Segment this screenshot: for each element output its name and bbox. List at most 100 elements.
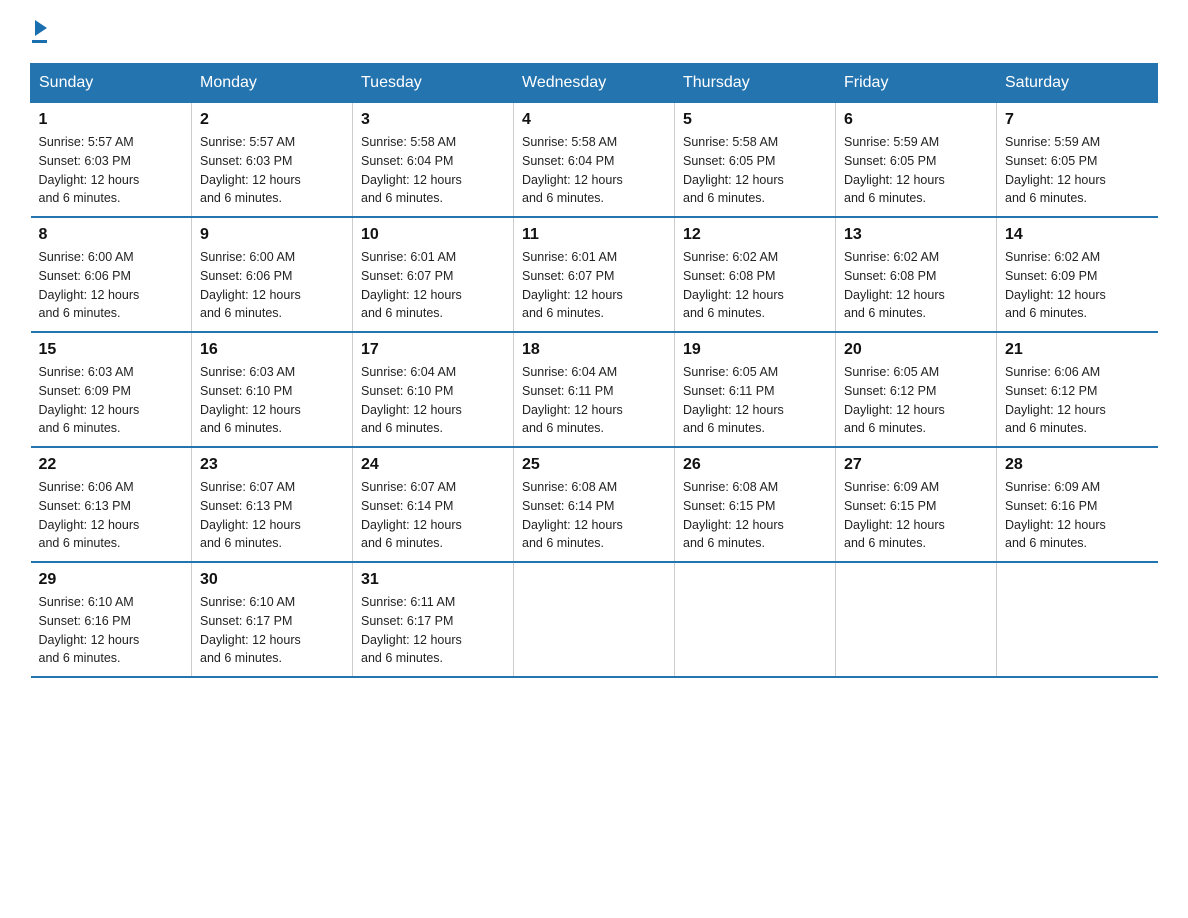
calendar-cell: 3 Sunrise: 5:58 AMSunset: 6:04 PMDayligh…	[353, 103, 514, 218]
day-info: Sunrise: 5:58 AMSunset: 6:04 PMDaylight:…	[522, 133, 666, 208]
calendar-cell: 25 Sunrise: 6:08 AMSunset: 6:14 PMDaylig…	[514, 447, 675, 562]
calendar-cell: 29 Sunrise: 6:10 AMSunset: 6:16 PMDaylig…	[31, 562, 192, 677]
day-number: 1	[39, 111, 184, 129]
header-friday: Friday	[836, 64, 997, 103]
day-number: 3	[361, 111, 505, 129]
day-info: Sunrise: 6:01 AMSunset: 6:07 PMDaylight:…	[522, 248, 666, 323]
calendar-cell: 11 Sunrise: 6:01 AMSunset: 6:07 PMDaylig…	[514, 217, 675, 332]
day-number: 4	[522, 111, 666, 129]
day-info: Sunrise: 6:00 AMSunset: 6:06 PMDaylight:…	[39, 248, 184, 323]
day-number: 16	[200, 341, 344, 359]
day-info: Sunrise: 6:00 AMSunset: 6:06 PMDaylight:…	[200, 248, 344, 323]
day-number: 17	[361, 341, 505, 359]
day-number: 12	[683, 226, 827, 244]
header-monday: Monday	[192, 64, 353, 103]
calendar-cell: 20 Sunrise: 6:05 AMSunset: 6:12 PMDaylig…	[836, 332, 997, 447]
header-row: Sunday Monday Tuesday Wednesday Thursday…	[31, 64, 1158, 103]
calendar-cell: 5 Sunrise: 5:58 AMSunset: 6:05 PMDayligh…	[675, 103, 836, 218]
calendar-cell	[836, 562, 997, 677]
logo-blue-text	[32, 20, 47, 38]
calendar-body: 1 Sunrise: 5:57 AMSunset: 6:03 PMDayligh…	[31, 103, 1158, 678]
calendar-cell: 22 Sunrise: 6:06 AMSunset: 6:13 PMDaylig…	[31, 447, 192, 562]
day-info: Sunrise: 6:02 AMSunset: 6:08 PMDaylight:…	[844, 248, 988, 323]
day-number: 29	[39, 571, 184, 589]
day-info: Sunrise: 6:03 AMSunset: 6:10 PMDaylight:…	[200, 363, 344, 438]
header-sunday: Sunday	[31, 64, 192, 103]
day-info: Sunrise: 5:57 AMSunset: 6:03 PMDaylight:…	[39, 133, 184, 208]
day-number: 24	[361, 456, 505, 474]
day-info: Sunrise: 6:02 AMSunset: 6:08 PMDaylight:…	[683, 248, 827, 323]
calendar-week-row: 29 Sunrise: 6:10 AMSunset: 6:16 PMDaylig…	[31, 562, 1158, 677]
day-info: Sunrise: 6:10 AMSunset: 6:17 PMDaylight:…	[200, 593, 344, 668]
day-number: 18	[522, 341, 666, 359]
calendar-cell	[997, 562, 1158, 677]
calendar-week-row: 15 Sunrise: 6:03 AMSunset: 6:09 PMDaylig…	[31, 332, 1158, 447]
day-info: Sunrise: 6:07 AMSunset: 6:13 PMDaylight:…	[200, 478, 344, 553]
header-thursday: Thursday	[675, 64, 836, 103]
day-number: 2	[200, 111, 344, 129]
calendar-cell: 2 Sunrise: 5:57 AMSunset: 6:03 PMDayligh…	[192, 103, 353, 218]
day-info: Sunrise: 6:10 AMSunset: 6:16 PMDaylight:…	[39, 593, 184, 668]
day-number: 25	[522, 456, 666, 474]
calendar-cell: 15 Sunrise: 6:03 AMSunset: 6:09 PMDaylig…	[31, 332, 192, 447]
day-info: Sunrise: 6:04 AMSunset: 6:10 PMDaylight:…	[361, 363, 505, 438]
day-info: Sunrise: 5:58 AMSunset: 6:04 PMDaylight:…	[361, 133, 505, 208]
header-saturday: Saturday	[997, 64, 1158, 103]
page-header	[30, 20, 1158, 43]
day-number: 21	[1005, 341, 1150, 359]
calendar-cell: 14 Sunrise: 6:02 AMSunset: 6:09 PMDaylig…	[997, 217, 1158, 332]
day-info: Sunrise: 6:03 AMSunset: 6:09 PMDaylight:…	[39, 363, 184, 438]
calendar-cell: 13 Sunrise: 6:02 AMSunset: 6:08 PMDaylig…	[836, 217, 997, 332]
day-info: Sunrise: 6:08 AMSunset: 6:15 PMDaylight:…	[683, 478, 827, 553]
calendar-cell: 23 Sunrise: 6:07 AMSunset: 6:13 PMDaylig…	[192, 447, 353, 562]
day-info: Sunrise: 5:59 AMSunset: 6:05 PMDaylight:…	[844, 133, 988, 208]
logo	[30, 20, 47, 43]
day-number: 22	[39, 456, 184, 474]
calendar-cell: 18 Sunrise: 6:04 AMSunset: 6:11 PMDaylig…	[514, 332, 675, 447]
day-info: Sunrise: 6:05 AMSunset: 6:11 PMDaylight:…	[683, 363, 827, 438]
calendar-cell: 8 Sunrise: 6:00 AMSunset: 6:06 PMDayligh…	[31, 217, 192, 332]
calendar-cell: 30 Sunrise: 6:10 AMSunset: 6:17 PMDaylig…	[192, 562, 353, 677]
calendar-cell: 28 Sunrise: 6:09 AMSunset: 6:16 PMDaylig…	[997, 447, 1158, 562]
day-number: 9	[200, 226, 344, 244]
calendar-cell: 17 Sunrise: 6:04 AMSunset: 6:10 PMDaylig…	[353, 332, 514, 447]
day-number: 11	[522, 226, 666, 244]
day-number: 19	[683, 341, 827, 359]
day-info: Sunrise: 6:06 AMSunset: 6:12 PMDaylight:…	[1005, 363, 1150, 438]
calendar-cell: 24 Sunrise: 6:07 AMSunset: 6:14 PMDaylig…	[353, 447, 514, 562]
day-info: Sunrise: 6:04 AMSunset: 6:11 PMDaylight:…	[522, 363, 666, 438]
calendar-week-row: 1 Sunrise: 5:57 AMSunset: 6:03 PMDayligh…	[31, 103, 1158, 218]
calendar-cell: 10 Sunrise: 6:01 AMSunset: 6:07 PMDaylig…	[353, 217, 514, 332]
day-number: 27	[844, 456, 988, 474]
day-number: 13	[844, 226, 988, 244]
header-tuesday: Tuesday	[353, 64, 514, 103]
logo-underline	[32, 40, 47, 43]
day-info: Sunrise: 5:59 AMSunset: 6:05 PMDaylight:…	[1005, 133, 1150, 208]
calendar-cell: 16 Sunrise: 6:03 AMSunset: 6:10 PMDaylig…	[192, 332, 353, 447]
day-info: Sunrise: 6:01 AMSunset: 6:07 PMDaylight:…	[361, 248, 505, 323]
calendar-cell	[514, 562, 675, 677]
calendar-week-row: 8 Sunrise: 6:00 AMSunset: 6:06 PMDayligh…	[31, 217, 1158, 332]
day-number: 8	[39, 226, 184, 244]
day-info: Sunrise: 6:05 AMSunset: 6:12 PMDaylight:…	[844, 363, 988, 438]
calendar-header: Sunday Monday Tuesday Wednesday Thursday…	[31, 64, 1158, 103]
day-number: 5	[683, 111, 827, 129]
day-info: Sunrise: 6:11 AMSunset: 6:17 PMDaylight:…	[361, 593, 505, 668]
logo-blue-block	[32, 20, 47, 43]
calendar-cell	[675, 562, 836, 677]
day-number: 7	[1005, 111, 1150, 129]
calendar-table: Sunday Monday Tuesday Wednesday Thursday…	[30, 63, 1158, 678]
day-number: 31	[361, 571, 505, 589]
day-number: 20	[844, 341, 988, 359]
calendar-cell: 9 Sunrise: 6:00 AMSunset: 6:06 PMDayligh…	[192, 217, 353, 332]
calendar-cell: 6 Sunrise: 5:59 AMSunset: 6:05 PMDayligh…	[836, 103, 997, 218]
day-number: 14	[1005, 226, 1150, 244]
day-number: 15	[39, 341, 184, 359]
day-number: 10	[361, 226, 505, 244]
calendar-cell: 7 Sunrise: 5:59 AMSunset: 6:05 PMDayligh…	[997, 103, 1158, 218]
day-number: 23	[200, 456, 344, 474]
day-info: Sunrise: 5:58 AMSunset: 6:05 PMDaylight:…	[683, 133, 827, 208]
calendar-cell: 1 Sunrise: 5:57 AMSunset: 6:03 PMDayligh…	[31, 103, 192, 218]
day-number: 26	[683, 456, 827, 474]
calendar-week-row: 22 Sunrise: 6:06 AMSunset: 6:13 PMDaylig…	[31, 447, 1158, 562]
